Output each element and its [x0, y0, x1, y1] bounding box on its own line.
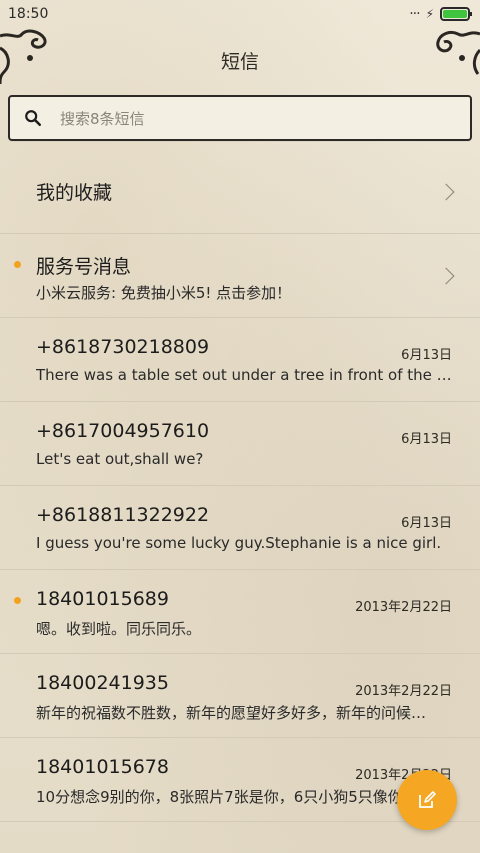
contact-name: +8618730218809 — [36, 336, 210, 358]
message-date: 6月13日 — [401, 516, 452, 531]
search-icon — [25, 110, 42, 127]
conversation-row[interactable]: 18400241935 2013年2月22日 新年的祝福数不胜数，新年的愿望好多… — [0, 654, 480, 738]
status-bar: 18:50 ··· ⚡ — [0, 0, 480, 28]
message-preview: Let's eat out,shall we? — [36, 450, 204, 468]
compose-icon — [419, 791, 436, 808]
contact-name: +8617004957610 — [36, 420, 210, 442]
status-icons: ··· ⚡ — [409, 6, 472, 22]
message-date: 2013年2月22日 — [355, 684, 452, 699]
message-date: 6月13日 — [401, 348, 452, 363]
conversation-row[interactable]: +8618730218809 6月13日 There was a table s… — [0, 318, 480, 402]
search-box[interactable]: 搜索8条短信 — [8, 95, 472, 141]
contact-name: 18401015689 — [36, 588, 169, 610]
conversation-row[interactable]: +8618811322922 6月13日 I guess you're some… — [0, 486, 480, 570]
chevron-right-icon — [437, 267, 455, 284]
signal-dots-icon: ··· — [409, 6, 420, 22]
charging-bolt-icon: ⚡ — [425, 7, 434, 21]
battery-level — [443, 10, 467, 18]
battery-icon — [440, 7, 472, 21]
message-preview: There was a table set out under a tree i… — [36, 366, 452, 384]
contact-name: 18401015678 — [36, 756, 169, 778]
favorites-label: 我的收藏 — [36, 182, 113, 204]
page-title: 短信 — [220, 50, 259, 73]
contact-name: 18400241935 — [36, 672, 169, 694]
service-preview: 小米云服务: 免费抽小米5! 点击参加！ — [36, 284, 292, 302]
ink-decoration-left-icon — [0, 29, 47, 85]
ink-decoration-right-icon — [436, 30, 480, 75]
conversation-list: 我的收藏 服务号消息 小米云服务: 免费抽小米5! 点击参加！ +8618730… — [0, 150, 480, 822]
message-date: 6月13日 — [401, 432, 452, 447]
message-preview: 10分想念9别的你，8张照片7张是你，6只小狗5只像你… — [36, 788, 418, 806]
contact-name: +8618811322922 — [36, 504, 210, 526]
unread-dot — [14, 261, 21, 268]
chevron-right-icon — [437, 183, 455, 200]
header: 短信 — [0, 28, 480, 88]
message-preview: 嗯。收到啦。同乐同乐。 — [36, 620, 202, 638]
status-time: 18:50 — [8, 6, 49, 22]
service-messages-row[interactable]: 服务号消息 小米云服务: 免费抽小米5! 点击参加！ — [0, 234, 480, 318]
message-date: 2013年2月22日 — [355, 600, 452, 615]
favorites-row[interactable]: 我的收藏 — [0, 150, 480, 234]
message-preview: 新年的祝福数不胜数，新年的愿望好多好多，新年的问候… — [36, 704, 427, 722]
message-preview: I guess you're some lucky guy.Stephanie … — [36, 534, 442, 552]
compose-button[interactable] — [397, 770, 457, 830]
unread-dot — [14, 597, 21, 604]
service-title: 服务号消息 — [36, 256, 132, 278]
conversation-row[interactable]: 18401015689 2013年2月22日 嗯。收到啦。同乐同乐。 — [0, 570, 480, 654]
conversation-row[interactable]: +8617004957610 6月13日 Let's eat out,shall… — [0, 402, 480, 486]
search-input[interactable]: 搜索8条短信 — [60, 108, 145, 129]
